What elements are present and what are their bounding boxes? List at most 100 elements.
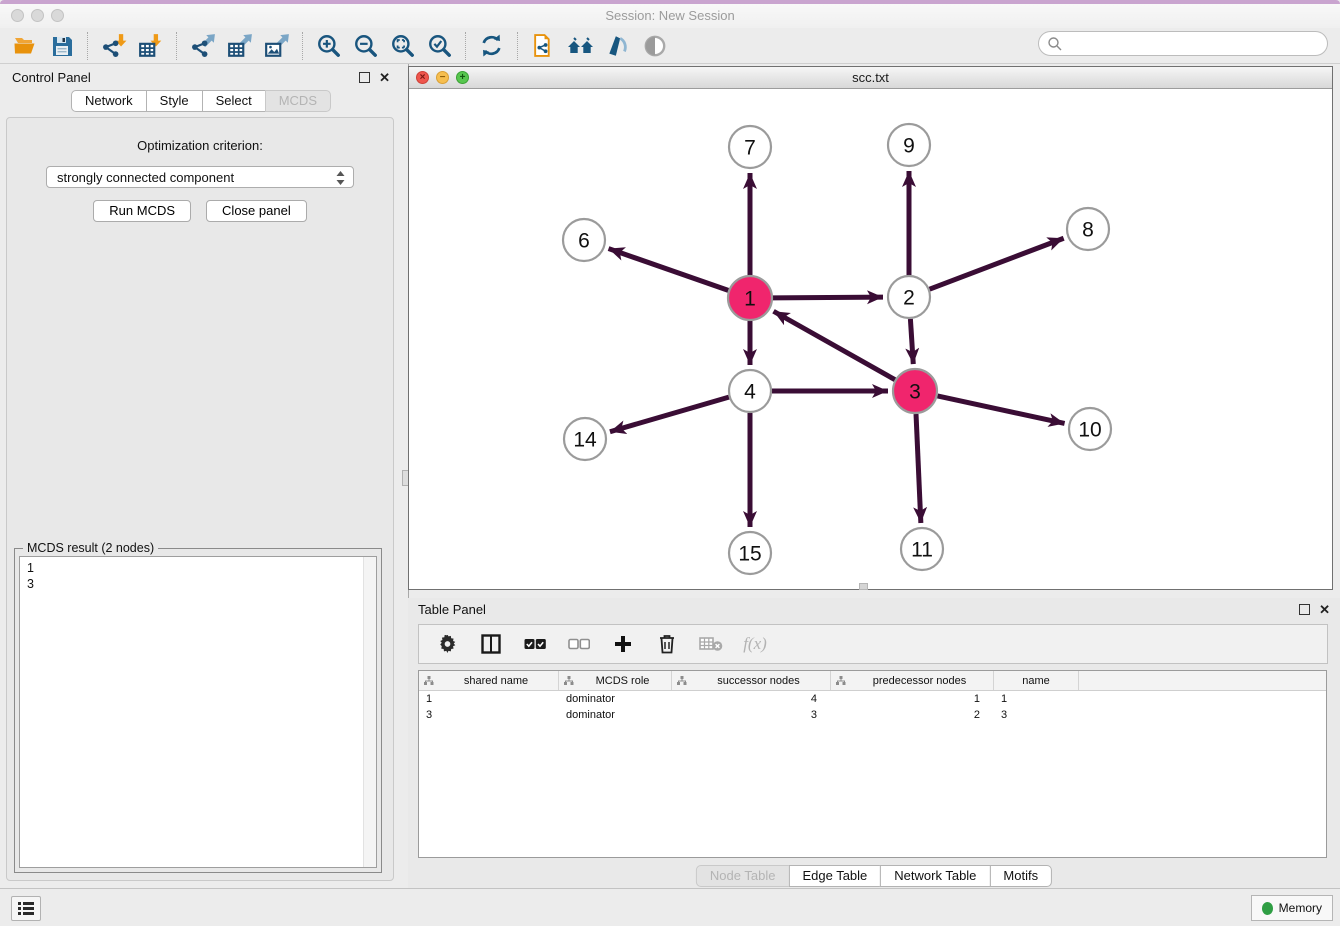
export-image-icon[interactable] [258, 30, 295, 61]
zoom-out-icon[interactable] [347, 30, 384, 61]
export-network-icon[interactable] [184, 30, 221, 61]
table-cell[interactable]: 1 [994, 693, 1079, 705]
network-canvas[interactable]: 7 9 6 8 1 2 4 3 14 10 15 11 [409, 89, 1332, 589]
table-tab-node-table[interactable]: Node Table [696, 865, 790, 887]
table-cell[interactable]: 4 [672, 693, 831, 705]
table-row[interactable]: 3dominator323 [419, 707, 1326, 723]
table-tab-network-table[interactable]: Network Table [880, 865, 990, 887]
node-6[interactable]: 6 [563, 219, 605, 261]
table-cell[interactable]: dominator [559, 693, 672, 705]
node-15[interactable]: 15 [729, 532, 771, 574]
close-panel-button[interactable]: Close panel [206, 200, 307, 222]
tab-select[interactable]: Select [202, 90, 266, 112]
table-cell[interactable]: 3 [419, 709, 559, 721]
zoom-selected-icon[interactable] [421, 30, 458, 61]
node-2[interactable]: 2 [888, 276, 930, 318]
columns-icon[interactable] [479, 632, 503, 656]
node-3[interactable]: 3 [893, 369, 937, 413]
network-graph[interactable]: 7 9 6 8 1 2 4 3 14 10 15 11 [409, 89, 1332, 589]
mcds-tab-content: Optimization criterion: strongly connect… [6, 117, 394, 881]
svg-text:6: 6 [578, 229, 590, 252]
column-header-successor-nodes[interactable]: successor nodes [672, 671, 831, 690]
node-1[interactable]: 1 [728, 276, 772, 320]
optimization-criterion-select[interactable]: strongly connected component [46, 166, 354, 188]
node-11[interactable]: 11 [901, 528, 943, 570]
network-close-icon[interactable]: × [416, 71, 429, 84]
edge-2-3[interactable] [910, 319, 913, 364]
save-session-icon[interactable] [43, 30, 80, 61]
memory-button[interactable]: Memory [1251, 895, 1333, 921]
result-scrollbar[interactable] [363, 557, 376, 867]
edge-3-11[interactable] [916, 414, 921, 523]
mcds-result-area[interactable]: 1 3 [19, 556, 377, 868]
clone-network-icon[interactable] [525, 30, 562, 61]
zoom-in-icon[interactable] [310, 30, 347, 61]
close-panel-icon[interactable]: ✕ [379, 71, 390, 84]
table-cell[interactable]: 3 [672, 709, 831, 721]
delete-icon[interactable] [655, 632, 679, 656]
table-row[interactable]: 1dominator411 [419, 691, 1326, 707]
maximize-window-icon[interactable] [51, 9, 64, 22]
import-network-icon[interactable] [95, 30, 132, 61]
column-header-name[interactable]: name [994, 671, 1079, 690]
export-table-icon[interactable] [221, 30, 258, 61]
node-8[interactable]: 8 [1067, 208, 1109, 250]
table-cell[interactable]: 2 [831, 709, 994, 721]
table-cell[interactable]: dominator [559, 709, 672, 721]
float-table-panel-icon[interactable] [1299, 604, 1310, 615]
node-table[interactable]: shared nameMCDS rolesuccessor nodesprede… [418, 670, 1327, 858]
tab-mcds[interactable]: MCDS [265, 90, 331, 112]
close-table-panel-icon[interactable]: ✕ [1319, 603, 1330, 616]
minimize-window-icon[interactable] [31, 9, 44, 22]
table-panel-title: Table Panel [418, 602, 486, 617]
svg-text:1: 1 [744, 287, 756, 310]
node-10[interactable]: 10 [1069, 408, 1111, 450]
svg-text:14: 14 [573, 428, 597, 451]
node-4[interactable]: 4 [729, 370, 771, 412]
select-all-icon[interactable] [523, 632, 547, 656]
node-9[interactable]: 9 [888, 124, 930, 166]
delete-table-icon[interactable] [699, 632, 723, 656]
function-builder-icon[interactable]: f(x) [743, 632, 767, 656]
open-session-icon[interactable] [6, 30, 43, 61]
run-mcds-button[interactable]: Run MCDS [93, 200, 191, 222]
home-icon[interactable] [562, 30, 599, 61]
edge-1-2[interactable] [773, 297, 883, 298]
edge-3-1[interactable] [774, 311, 895, 379]
selected-criterion: strongly connected component [57, 170, 234, 185]
float-panel-icon[interactable] [359, 72, 370, 83]
search-field[interactable] [1038, 31, 1328, 56]
task-history-button[interactable] [11, 896, 41, 921]
node-7[interactable]: 7 [729, 126, 771, 168]
table-cell[interactable]: 3 [994, 709, 1079, 721]
import-table-icon[interactable] [132, 30, 169, 61]
edge-3-10[interactable] [937, 396, 1064, 424]
network-minimize-icon[interactable]: − [436, 71, 449, 84]
apply-layout-icon[interactable] [473, 30, 510, 61]
tab-network[interactable]: Network [71, 90, 147, 112]
column-header-predecessor-nodes[interactable]: predecessor nodes [831, 671, 994, 690]
table-tab-edge-table[interactable]: Edge Table [788, 865, 881, 887]
close-window-icon[interactable] [11, 9, 24, 22]
deselect-all-icon[interactable] [567, 632, 591, 656]
tab-style[interactable]: Style [146, 90, 203, 112]
edge-2-8[interactable] [930, 238, 1064, 289]
table-cell[interactable]: 1 [831, 693, 994, 705]
edge-1-6[interactable] [609, 249, 729, 291]
network-maximize-icon[interactable]: + [456, 71, 469, 84]
network-resize-grip[interactable] [859, 583, 868, 590]
style-icon[interactable] [599, 30, 636, 61]
control-panel-tabs: NetworkStyleSelectMCDS [0, 90, 402, 112]
add-column-icon[interactable] [611, 632, 635, 656]
edge-4-14[interactable] [610, 397, 729, 432]
zoom-fit-icon[interactable] [384, 30, 421, 61]
table-cell[interactable]: 1 [419, 693, 559, 705]
column-header-MCDS-role[interactable]: MCDS role [559, 671, 672, 690]
network-window-titlebar[interactable]: × − + scc.txt [409, 67, 1332, 89]
toolbar-separator [465, 32, 466, 60]
hide-selected-icon[interactable] [636, 30, 673, 61]
gear-icon[interactable] [435, 632, 459, 656]
column-header-shared-name[interactable]: shared name [419, 671, 559, 690]
node-14[interactable]: 14 [564, 418, 606, 460]
table-tab-motifs[interactable]: Motifs [989, 865, 1052, 887]
